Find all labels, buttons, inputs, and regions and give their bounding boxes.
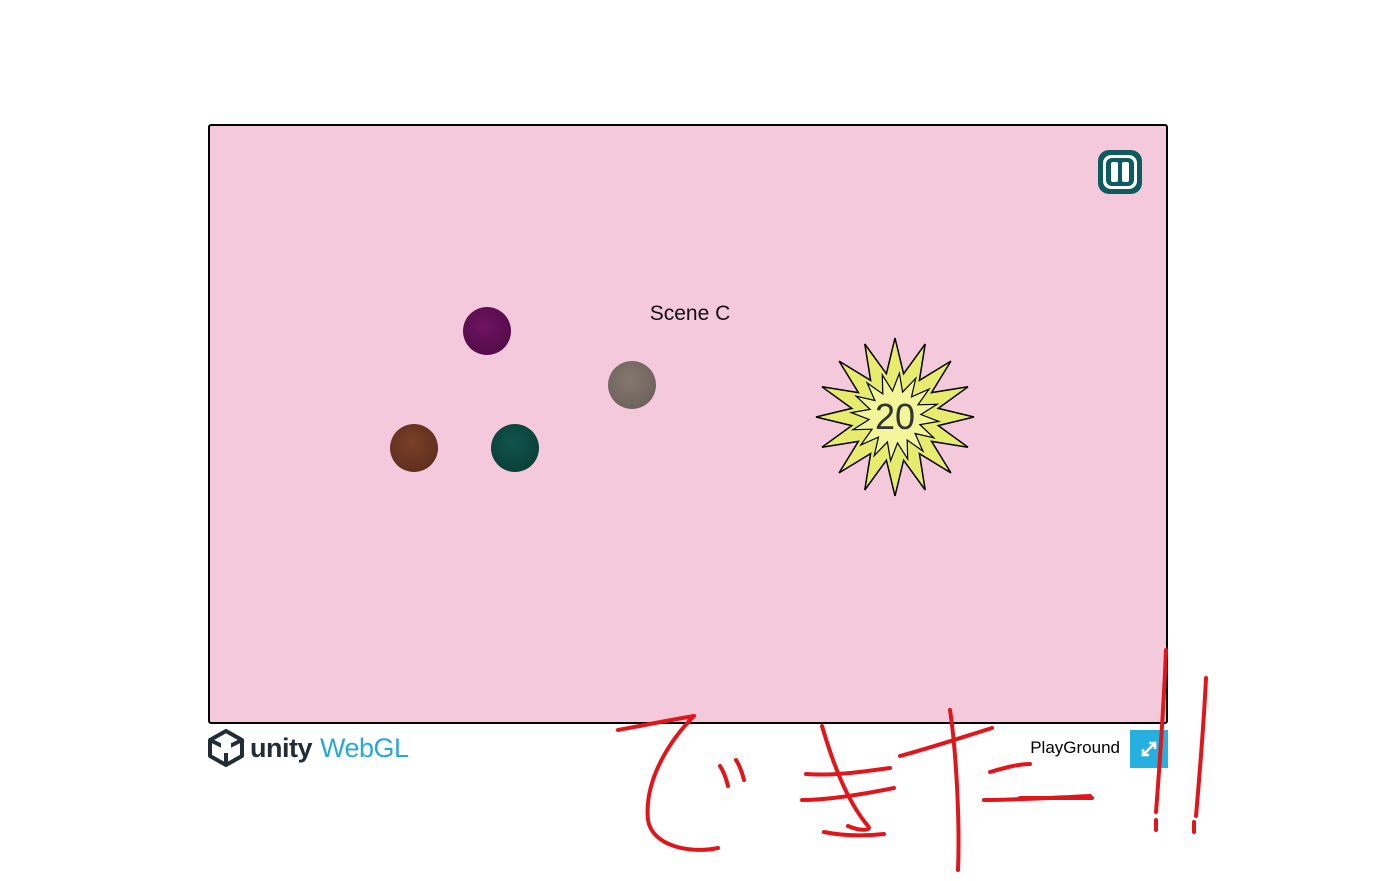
score-burst[interactable]: 20: [814, 336, 976, 498]
game-canvas[interactable]: Scene C 20: [208, 124, 1168, 724]
pause-button[interactable]: [1096, 148, 1144, 196]
scene-label: Scene C: [649, 302, 731, 325]
brown-ball[interactable]: [390, 424, 438, 472]
score-burst-value: 20: [874, 396, 916, 437]
webgl-logo-text: WebGL: [320, 732, 409, 763]
teal-ball[interactable]: [491, 424, 539, 472]
fullscreen-icon: [1141, 741, 1157, 757]
webgl-footer: unity WebGL PlayGround: [208, 724, 1168, 772]
unity-webgl-logo: unity WebGL: [208, 728, 409, 768]
unity-logo-text: unity: [250, 732, 313, 763]
fullscreen-button[interactable]: [1130, 730, 1168, 768]
unity-cube-icon: [208, 729, 244, 767]
gray-ball[interactable]: [608, 361, 656, 409]
purple-ball[interactable]: [463, 307, 511, 355]
game-title: PlayGround: [1030, 738, 1120, 757]
pause-icon: [1098, 150, 1142, 194]
page: Scene C 20 unity WebGL PlayGround: [0, 0, 1380, 881]
